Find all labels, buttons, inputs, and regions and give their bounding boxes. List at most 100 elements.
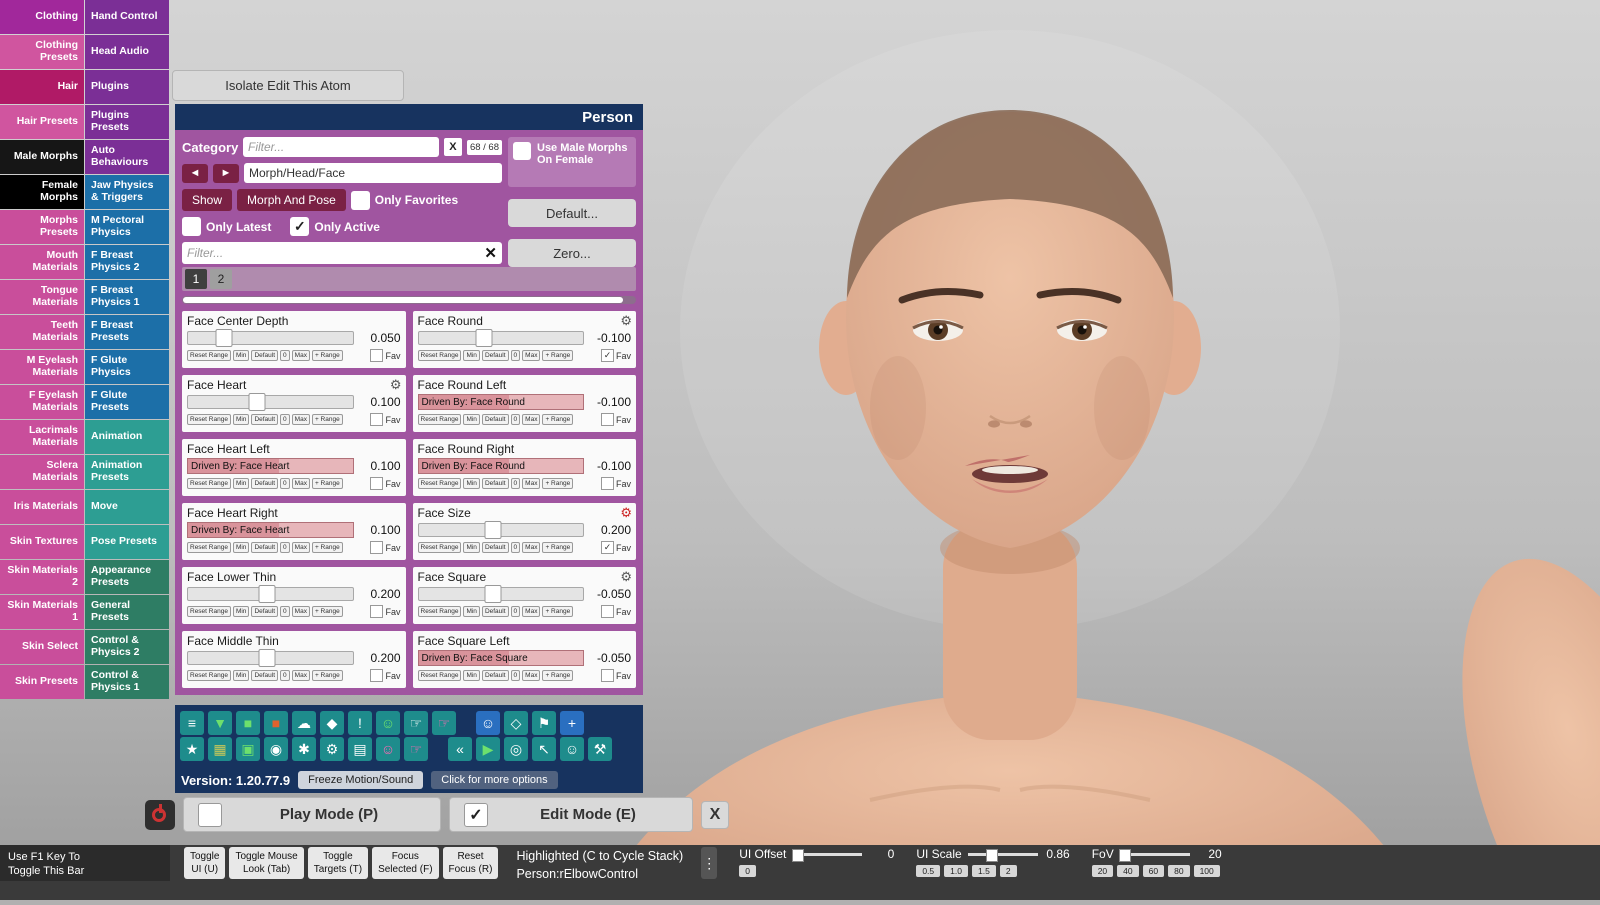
morph-slider[interactable] [187,393,354,411]
range-button[interactable]: + Range [542,414,574,425]
fav-checkbox[interactable] [370,669,384,682]
save-scene-icon[interactable]: ▼ [208,711,232,735]
next-category-button[interactable]: ► [213,163,239,183]
load-scene-icon[interactable]: ■ [236,711,260,735]
sidebar-item-male-morphs[interactable]: Male Morphs [0,140,84,174]
sidebar-item-sclera-materials[interactable]: Sclera Materials [0,455,84,489]
morph-slider[interactable] [187,649,354,667]
screenshot-icon[interactable]: ▣ [236,737,260,761]
min-button[interactable]: Min [232,414,250,425]
cursor-icon[interactable]: ↖ [532,737,556,761]
fav-checkbox[interactable]: ✓ [600,349,614,362]
sidebar-item-female-morphs[interactable]: Female Morphs [0,175,84,209]
spin-icon[interactable]: ◎ [504,737,528,761]
fov-preset-80[interactable]: 80 [1168,865,1190,877]
sidebar-item-f-breast-physics-2[interactable]: F Breast Physics 2 [85,245,169,279]
focus-selected-f-button[interactable]: Focus Selected (F) [372,847,439,879]
edit-mode-checkbox[interactable]: ✓ [464,802,488,827]
sidebar-item-mouth-materials[interactable]: Mouth Materials [0,245,84,279]
reset-range-button[interactable]: Reset Range [187,606,231,617]
zero-button[interactable]: Zero... [508,239,636,267]
menu-icon[interactable]: ≡ [180,711,204,735]
plugin-icon[interactable]: ✱ [292,737,316,761]
ui-offset-preset-0[interactable]: 0 [739,865,756,877]
range-button[interactable]: + Range [311,414,343,425]
play-icon[interactable]: ▶ [476,737,500,761]
fov-preset-40[interactable]: 40 [1117,865,1139,877]
morph-slider-thumb[interactable] [475,329,493,347]
ui-scale-slider[interactable] [967,848,1038,862]
min-button[interactable]: Min [463,542,480,553]
package-icon[interactable]: ◆ [320,711,344,735]
range-button[interactable]: + Range [311,542,343,553]
only-active-checkbox[interactable]: ✓ [290,217,310,236]
star-icon[interactable]: ★ [180,737,204,761]
range-button[interactable]: + Range [542,542,574,553]
sidebar-item-f-breast-physics-1[interactable]: F Breast Physics 1 [85,280,169,314]
fav-checkbox[interactable] [370,541,384,554]
default-button[interactable]: Default [481,670,509,681]
0-button[interactable]: 0 [510,350,521,361]
range-button[interactable]: + Range [542,350,574,361]
cloud-icon[interactable]: ☁ [292,711,316,735]
default-button[interactable]: Default [251,478,279,489]
add-person-icon[interactable]: ☺ [376,711,400,735]
toggle-targets-t-button[interactable]: Toggle Targets (T) [307,847,369,879]
max-button[interactable]: Max [522,478,541,489]
fov-slider-thumb[interactable] [1119,848,1132,862]
tools-icon[interactable]: ⚒ [588,737,612,761]
play-mode-button[interactable]: Play Mode (P) [183,797,441,832]
max-button[interactable]: Max [291,606,310,617]
sidebar-item-hand-control[interactable]: Hand Control [85,0,169,34]
sidebar-item-m-pectoral-physics[interactable]: M Pectoral Physics [85,210,169,244]
reset-range-button[interactable]: Reset Range [187,414,231,425]
toggle-mouse-look-tab-button[interactable]: Toggle Mouse Look (Tab) [229,847,304,879]
sidebar-item-teeth-materials[interactable]: Teeth Materials [0,315,84,349]
0-button[interactable]: 0 [280,478,290,489]
freeze-motion-button[interactable]: Freeze Motion/Sound [298,771,424,789]
0-button[interactable]: 0 [280,350,290,361]
max-button[interactable]: Max [522,350,541,361]
min-button[interactable]: Min [463,350,480,361]
sidebar-item-animation[interactable]: Animation [85,420,169,454]
default-button[interactable]: Default... [508,199,636,227]
min-button[interactable]: Min [463,414,480,425]
sidebar-item-morphs-presets[interactable]: Morphs Presets [0,210,84,244]
0-button[interactable]: 0 [280,670,290,681]
morph-scrollbar-handle[interactable] [183,297,624,303]
range-button[interactable]: + Range [311,350,343,361]
sidebar-item-m-eyelash-materials[interactable]: M Eyelash Materials [0,350,84,384]
morph-slider-thumb[interactable] [258,649,276,667]
sidebar-item-auto-behaviours[interactable]: Auto Behaviours [85,140,169,174]
0-button[interactable]: 0 [510,670,521,681]
ui-scale-preset-2[interactable]: 2 [999,865,1017,877]
fov-slider[interactable] [1119,848,1190,862]
sidebar-item-clothing[interactable]: Clothing [0,0,84,34]
sidebar-item-animation-presets[interactable]: Animation Presets [85,455,169,489]
fav-checkbox[interactable] [600,605,614,618]
sidebar-item-f-breast-presets[interactable]: F Breast Presets [85,315,169,349]
range-button[interactable]: + Range [311,478,343,489]
reset-range-button[interactable]: Reset Range [417,478,462,489]
range-button[interactable]: + Range [311,670,343,681]
max-button[interactable]: Max [291,542,310,553]
bottom-bar-menu-button[interactable]: ⋮ [701,847,718,879]
close-panel-button[interactable]: X [701,800,729,829]
category-filter-input[interactable]: Filter... [243,137,439,157]
ui-offset-slider[interactable] [791,848,863,862]
fav-checkbox[interactable] [370,605,384,618]
max-button[interactable]: Max [522,670,541,681]
default-button[interactable]: Default [251,542,279,553]
morph-slider[interactable] [187,585,354,603]
max-button[interactable]: Max [291,414,310,425]
morph-slider[interactable] [417,585,584,603]
category-clear-button[interactable]: X [443,138,462,156]
morph-filter-input[interactable]: Filter... ✕ [182,242,502,264]
unity-icon[interactable]: ◇ [504,711,528,735]
morph-slider[interactable] [417,521,584,539]
prev-category-button[interactable]: ◄ [182,163,208,183]
default-button[interactable]: Default [481,414,509,425]
ui-scale-preset-1-5[interactable]: 1.5 [971,865,996,877]
edit-mode-button[interactable]: ✓ Edit Mode (E) [449,797,693,832]
range-button[interactable]: + Range [311,606,343,617]
